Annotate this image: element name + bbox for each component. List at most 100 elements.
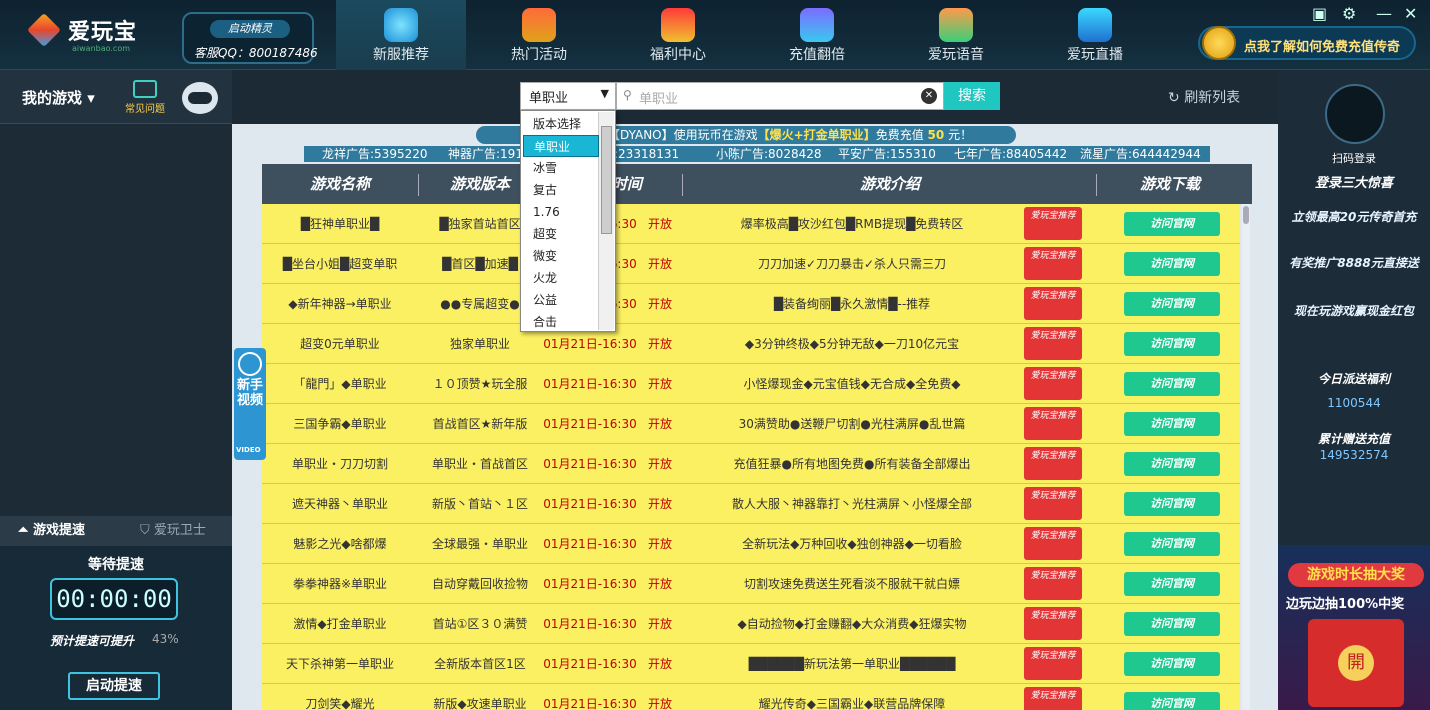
row-intro: 充值狂暴●所有地图免费●所有装备全部爆出 (733, 457, 971, 471)
server-table: █狂神单职业██独家首站首区01月21日-16:30开放爆率极高█攻沙红包█RM… (262, 204, 1240, 710)
table-row[interactable]: 单职业・刀刀切割 单职业・首战首区 01月21日-16:30 开放 充值狂暴●所有地图免… (262, 444, 1240, 484)
visit-site-button[interactable]: 访问官网 (1124, 492, 1220, 516)
total-gift-label: 累计赠送充值 (1317, 432, 1390, 446)
start-speedup-button[interactable]: 启动提速 (68, 672, 160, 700)
table-row[interactable]: █狂神单职业██独家首站首区01月21日-16:30开放爆率极高█攻沙红包█RM… (262, 204, 1240, 244)
tab-voice[interactable]: 爱玩语音 (891, 0, 1021, 70)
tab-game-speedup[interactable]: ⏶ 游戏提速 (18, 516, 85, 546)
row-time: 01月21日-16:30 (543, 657, 637, 671)
toolbox-icon[interactable]: ▣ (1312, 4, 1327, 23)
dropdown-option[interactable]: 合击 (523, 311, 599, 333)
dropdown-scroll-thumb[interactable] (601, 126, 612, 234)
refresh-list-button[interactable]: ↻ 刷新列表 (1168, 87, 1240, 107)
row-intro: █装备绚丽█永久激情█--推荐 (773, 297, 931, 311)
qr-login-icon[interactable] (1325, 84, 1385, 144)
visit-site-button[interactable]: 访问官网 (1124, 292, 1220, 316)
gear-icon[interactable]: ⚙ (1342, 4, 1356, 23)
scrollbar-thumb[interactable] (1243, 206, 1249, 224)
faq-button[interactable]: 常见问题 (122, 80, 168, 115)
search-input[interactable]: ⚲ 单职业 ✕ (616, 82, 944, 110)
visit-site-button[interactable]: 访问官网 (1124, 252, 1220, 276)
search-button[interactable]: 搜索 (944, 82, 1000, 110)
table-row[interactable]: 三国争霸◆单职业 首战首区★新年版 01月21日-16:30 开放 30满赞助●送鞭尸切… (262, 404, 1240, 444)
tab-new-server[interactable]: 新服推荐 (336, 0, 466, 70)
faq-label: 常见问题 (125, 104, 165, 115)
dropdown-option[interactable]: 公益 (523, 289, 599, 311)
visit-site-button[interactable]: 访问官网 (1124, 572, 1220, 596)
dropdown-option[interactable]: 复古 (523, 179, 599, 201)
ad-subtitle: 边玩边抽100%中奖 (1286, 597, 1405, 612)
row-status: 开放 (647, 337, 672, 351)
table-row[interactable]: ◆新年神器→单职业●●专属超变●01月21日-16:30开放█装备绚丽█永久激情… (262, 284, 1240, 324)
ad-stat: 龙祥广告:5395220 (322, 147, 428, 161)
tab-hot-events[interactable]: 热门活动 (474, 0, 604, 70)
visit-site-button[interactable]: 访问官网 (1124, 412, 1220, 436)
dropdown-option[interactable]: 超变 (523, 223, 599, 245)
dropdown-option[interactable]: 单职业 (523, 135, 599, 157)
table-row[interactable]: 天下杀神第一单职业 全新版本首区1区 01月21日-16:30 开放 ██████新玩法… (262, 644, 1240, 684)
tab-guard[interactable]: ⛉ 爱玩卫士 (140, 516, 206, 546)
tab-welfare[interactable]: 福利中心 (613, 0, 743, 70)
table-row[interactable]: █坐台小姐█超变单职█首区█加速█01月21日-16:30开放刀刀加速✓刀刀暴击… (262, 244, 1240, 284)
row-time: 01月21日-16:30 (543, 537, 637, 551)
visit-site-button[interactable]: 访问官网 (1124, 332, 1220, 356)
robot-avatar-icon[interactable] (182, 82, 218, 114)
tab-recharge[interactable]: 充值翻倍 (752, 0, 882, 70)
table-row[interactable]: 魅影之光◆啥都爆 全球最强・单职业 01月21日-16:30 开放 全新玩法◆万种回收◆… (262, 524, 1240, 564)
table-row[interactable]: 刀剑笑◆耀光 新版◆攻速单职业 01月21日-16:30 开放 耀光传奇◆三国霸业◆联营… (262, 684, 1240, 710)
free-recharge-promo[interactable]: 点我了解如何免费充值传奇 (1198, 26, 1416, 60)
visit-site-button[interactable]: 访问官网 (1124, 372, 1220, 396)
visit-site-button[interactable]: 访问官网 (1124, 212, 1220, 236)
table-row[interactable]: 拳拳神器※单职业 自动穿戴回收捡物 01月21日-16:30 开放 切割攻速免费送生死看… (262, 564, 1240, 604)
visit-site-button[interactable]: 访问官网 (1124, 692, 1220, 710)
minimize-icon[interactable]: — (1376, 4, 1392, 23)
dropdown-option[interactable]: 1.76 (523, 201, 599, 223)
water-drop-icon (384, 8, 418, 42)
visit-site-button[interactable]: 访问官网 (1124, 652, 1220, 676)
coin-icon (1202, 26, 1236, 60)
row-intro: 耀光传奇◆三国霸业◆联营品牌保障 (758, 697, 946, 710)
lottery-ad-banner[interactable]: 游戏时长抽大奖 边玩边抽100%中奖 (1278, 545, 1430, 710)
dropdown-option[interactable]: 版本选择 (523, 113, 599, 135)
refresh-icon: ↻ (1168, 90, 1180, 106)
tab-live[interactable]: 爱玩直播 (1030, 0, 1160, 70)
recommend-badge: 爱玩宝推荐 (1024, 527, 1082, 560)
ad-stats-line: 龙祥广告:5395220 神器广告:1918 告:23318131 小陈广告:8… (304, 146, 1210, 162)
row-intro: 全新玩法◆万种回收◆独创神器◆一切看脸 (742, 537, 962, 551)
visit-site-button[interactable]: 访问官网 (1124, 532, 1220, 556)
dropdown-scrollbar[interactable] (598, 112, 614, 330)
recommend-badge: 爱玩宝推荐 (1024, 247, 1082, 280)
row-status: 开放 (647, 617, 672, 631)
promo-cash-redpacket[interactable]: 现在玩游戏赢现金红包 (1278, 302, 1430, 319)
promo-first-recharge[interactable]: 立领最高20元传奇首充 (1278, 208, 1430, 225)
table-row[interactable]: 遮天神器丶单职业 新版丶首站丶１区 01月21日-16:30 开放 散人大服丶神器靠打丶… (262, 484, 1240, 524)
row-intro: 30满赞助●送鞭尸切割●光柱满屏●乱世篇 (738, 417, 966, 431)
row-status: 开放 (647, 537, 672, 551)
customer-service[interactable]: 启动精灵 客服QQ：800187486 (182, 12, 318, 64)
dropdown-option[interactable]: 微变 (523, 245, 599, 267)
today-welfare-label: 今日派送福利 (1317, 372, 1390, 386)
promo-referral[interactable]: 有奖推广8888元直接送 (1278, 254, 1430, 271)
category-select[interactable]: 单职业 ▼ (520, 82, 616, 110)
table-row[interactable]: 超变0元单职业 独家单职业 01月21日-16:30 开放 ◆3分钟终极◆5分钟无敌◆一… (262, 324, 1240, 364)
newbie-video-button[interactable]: 新手视频 VIDEO (234, 348, 266, 460)
my-games-button[interactable]: 我的游戏 ▾ (22, 87, 95, 108)
row-name: 三国争霸◆单职业 (293, 417, 387, 431)
search-bar: 单职业 ▼ ⚲ 单职业 ✕ 搜索 ↻ 刷新列表 (232, 70, 1278, 124)
row-version: 全球最强・单职业 (431, 537, 528, 551)
close-icon[interactable]: ✕ (1404, 4, 1417, 23)
table-scrollbar[interactable] (1242, 204, 1250, 710)
table-row[interactable]: 「龍門」◆单职业 １０顶赞★玩全服 01月21日-16:30 开放 小怪爆现金◆元宝值钱… (262, 364, 1240, 404)
video-tag: VIDEO (236, 446, 261, 454)
ad-stat: 平安广告:155310 (838, 147, 936, 161)
login-gift-title[interactable]: 登录三大惊喜 (1278, 172, 1430, 191)
chevron-down-icon: ▼ (600, 87, 609, 100)
table-row[interactable]: 激情◆打金单职业 首站①区３０满赞 01月21日-16:30 开放 ◆自动捡物◆打金赚翻… (262, 604, 1240, 644)
dropdown-option[interactable]: 火龙 (523, 267, 599, 289)
dropdown-option[interactable]: 冰雪 (523, 157, 599, 179)
visit-site-button[interactable]: 访问官网 (1124, 612, 1220, 636)
clear-icon[interactable]: ✕ (921, 88, 937, 104)
visit-site-button[interactable]: 访问官网 (1124, 452, 1220, 476)
row-name: █狂神单职业█ (300, 217, 380, 231)
ticker-amount: 50 (927, 128, 945, 142)
